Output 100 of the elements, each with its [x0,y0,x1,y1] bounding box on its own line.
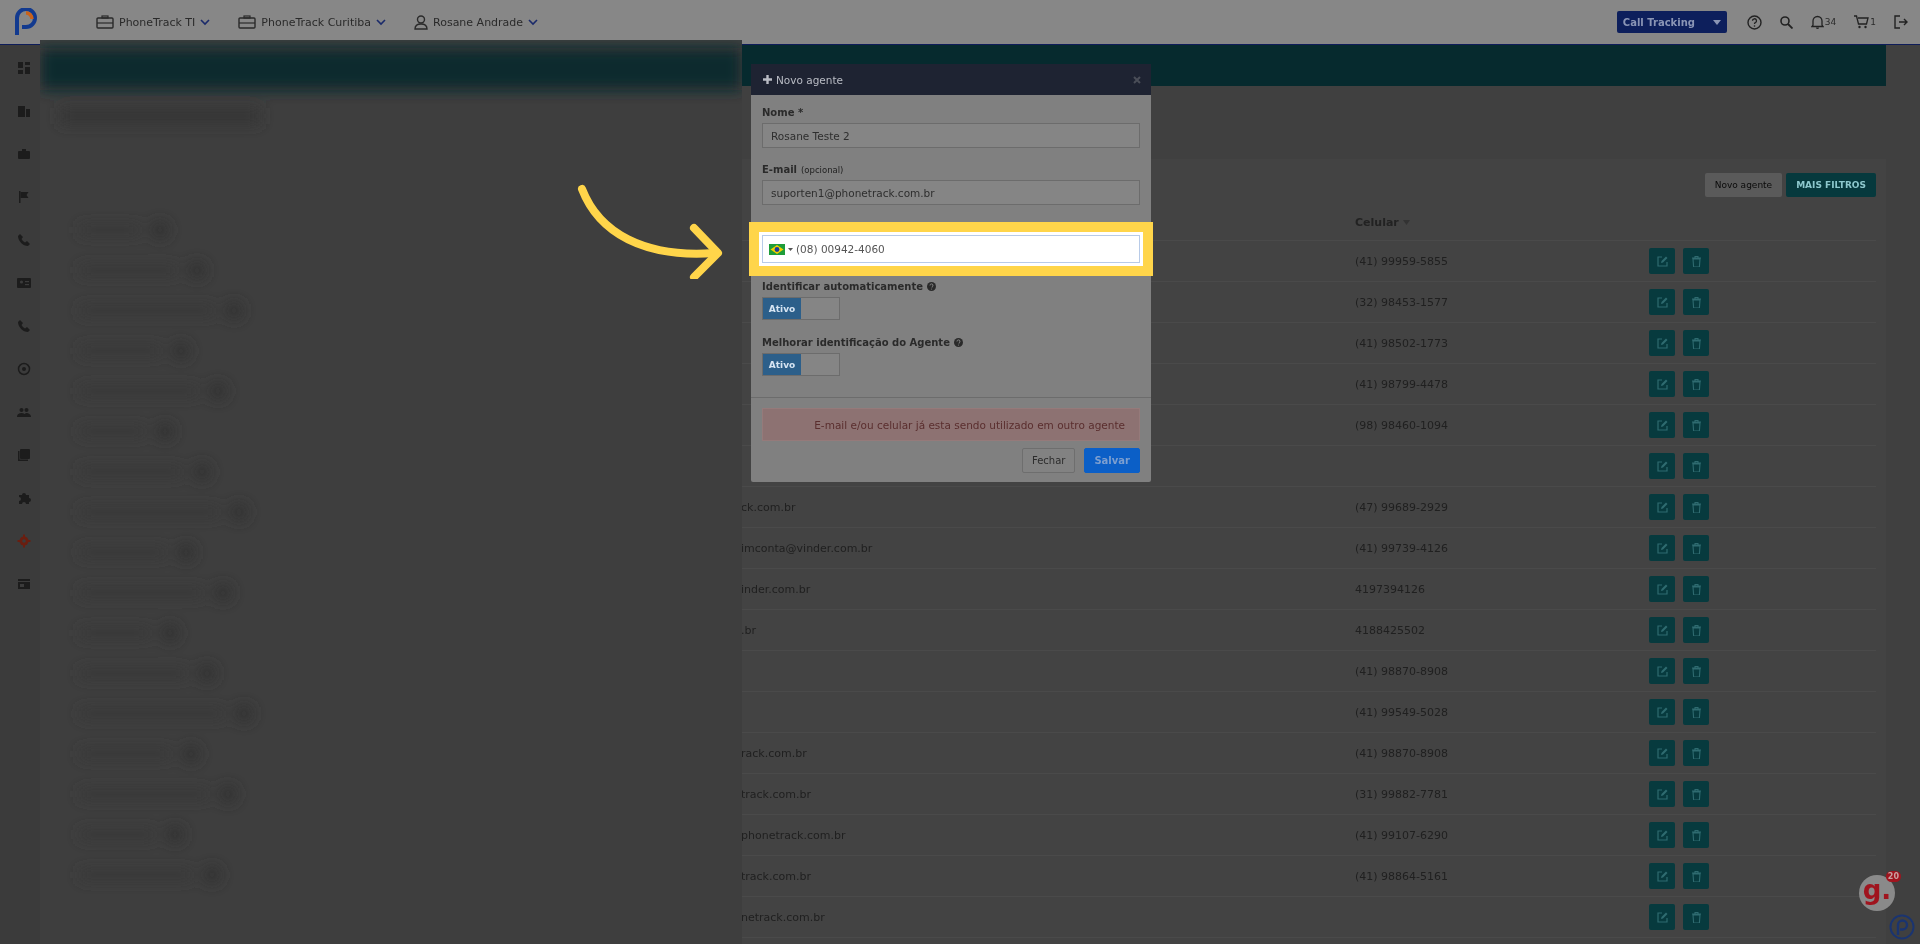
cart-icon[interactable] [1854,15,1870,29]
edit-button[interactable] [1649,740,1675,766]
briefcase-icon[interactable] [17,147,31,161]
field-label: E-mail [762,164,797,175]
plus-icon [763,75,772,84]
trash-icon [1691,583,1701,595]
name-field[interactable]: Rosane Teste 2 [762,123,1140,148]
edit-button[interactable] [1649,863,1675,889]
delete-button[interactable] [1683,863,1709,889]
error-message: E-mail e/ou celular já esta sendo utilizado em outro agente [762,408,1140,441]
delete-button[interactable] [1683,904,1709,930]
edit-icon [1656,624,1668,636]
account-dropdown[interactable]: PhoneTrack TI [96,15,211,29]
store-icon[interactable] [17,577,31,591]
edit-button[interactable] [1649,781,1675,807]
edit-icon [1656,378,1668,390]
trash-icon [1691,665,1701,677]
contact-card-icon[interactable] [17,276,31,290]
phone-icon[interactable] [17,233,31,247]
delete-button[interactable] [1683,781,1709,807]
caret-icon [788,248,793,251]
delete-button[interactable] [1683,248,1709,274]
trash-icon [1691,788,1701,800]
edit-icon [1656,829,1668,841]
edit-button[interactable] [1649,535,1675,561]
delete-button[interactable] [1683,699,1709,725]
close-icon[interactable] [1133,75,1141,84]
delete-button[interactable] [1683,412,1709,438]
trash-icon [1691,624,1701,636]
edit-button[interactable] [1649,371,1675,397]
edit-button[interactable] [1649,658,1675,684]
edit-button[interactable] [1649,412,1675,438]
dashboard-icon[interactable] [17,61,31,75]
edit-icon [1656,706,1668,718]
building-icon[interactable] [17,104,31,118]
users-icon[interactable] [17,405,31,419]
edit-button[interactable] [1649,904,1675,930]
email-field[interactable]: suporten1@phonetrack.com.br [762,180,1140,205]
help-icon [926,282,936,291]
trash-icon [1691,706,1701,718]
bell-icon[interactable] [1810,15,1824,29]
briefcase-icon [96,15,114,29]
trash-icon [1691,460,1701,472]
toggle-switch[interactable]: Ativo [762,297,840,320]
puzzle-icon[interactable] [17,491,31,505]
edit-button[interactable] [1649,576,1675,602]
edit-icon [1656,911,1668,923]
edit-icon [1656,255,1668,267]
trash-icon [1691,501,1701,513]
delete-button[interactable] [1683,822,1709,848]
trash-icon [1691,337,1701,349]
trash-icon [1691,296,1701,308]
edit-button[interactable] [1649,699,1675,725]
logo-icon[interactable] [14,8,40,36]
chevron-down-icon [528,18,539,26]
help-icon[interactable] [1746,14,1762,30]
search-icon[interactable] [1779,15,1793,29]
edit-button[interactable] [1649,453,1675,479]
delete-button[interactable] [1683,371,1709,397]
delete-button[interactable] [1683,330,1709,356]
edit-button[interactable] [1649,330,1675,356]
delete-button[interactable] [1683,453,1709,479]
close-button[interactable]: Fechar [1022,448,1076,473]
delete-button[interactable] [1683,658,1709,684]
delete-button[interactable] [1683,535,1709,561]
field-hint: (opcional) [801,164,844,175]
save-button[interactable]: Salvar [1084,448,1140,473]
delete-button[interactable] [1683,740,1709,766]
trash-icon [1691,829,1701,841]
account-dropdown[interactable]: PhoneTrack Curitiba [238,15,386,29]
trash-icon [1691,255,1701,267]
toolbar-button[interactable]: Novo agente [1704,173,1783,197]
edit-button[interactable] [1649,494,1675,520]
target-icon[interactable] [17,362,31,376]
flag-icon[interactable] [769,244,785,255]
edit-button[interactable] [1649,289,1675,315]
logout-icon[interactable] [1894,15,1908,29]
documents-icon[interactable] [17,448,31,462]
trash-icon [1691,911,1701,923]
trash-icon [1691,870,1701,882]
phone-field[interactable]: (08) 00942-4060 [762,235,1140,263]
badge: 20 [1885,871,1901,882]
field-label: Identificar automaticamente [762,281,923,292]
toolbar-button[interactable]: MAIS FILTROS [1786,173,1876,197]
delete-button[interactable] [1683,289,1709,315]
dialog-title: Novo agente [776,73,844,86]
delete-button[interactable] [1683,617,1709,643]
trash-icon [1691,542,1701,554]
edit-icon [1656,583,1668,595]
phone-icon[interactable] [17,319,31,333]
edit-icon [1656,337,1668,349]
product-select[interactable]: Call Tracking [1616,11,1727,33]
delete-button[interactable] [1683,494,1709,520]
edit-button[interactable] [1649,822,1675,848]
account-dropdown[interactable]: Rosane Andrade [414,14,539,30]
edit-icon [1656,870,1668,882]
delete-button[interactable] [1683,576,1709,602]
toggle-switch[interactable]: Ativo [762,353,840,376]
edit-button[interactable] [1649,617,1675,643]
edit-button[interactable] [1649,248,1675,274]
